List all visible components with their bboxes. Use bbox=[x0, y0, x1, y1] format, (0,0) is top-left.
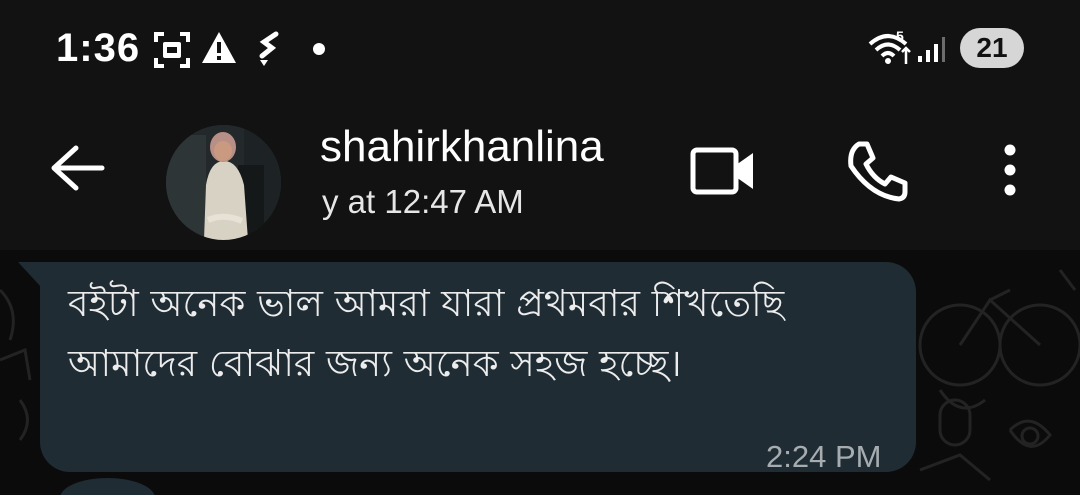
avatar-photo bbox=[166, 125, 281, 240]
battery-indicator: 21 bbox=[960, 28, 1024, 68]
chat-header: shahirkhanlina y at 12:47 AM bbox=[0, 100, 1080, 250]
contact-name[interactable]: shahirkhanlina bbox=[320, 122, 604, 172]
contact-avatar[interactable] bbox=[166, 125, 281, 240]
screenshot-icon bbox=[154, 32, 190, 68]
voice-call-icon[interactable] bbox=[845, 140, 909, 204]
alert-icon bbox=[202, 32, 236, 63]
more-options-icon[interactable] bbox=[998, 142, 1022, 202]
last-seen-status: y at 12:47 AM bbox=[322, 183, 524, 220]
message-text: বইটা অনেক ভাল আমরা যারা প্রথমবার শিখতেছি… bbox=[68, 282, 785, 385]
back-arrow-icon[interactable] bbox=[48, 143, 106, 193]
wifi-label: 5 bbox=[896, 28, 904, 44]
notification-dot bbox=[313, 43, 325, 55]
sync-icon bbox=[259, 31, 279, 66]
video-call-icon[interactable] bbox=[690, 145, 756, 197]
signal-icon bbox=[918, 37, 945, 62]
status-time: 1:36 bbox=[56, 26, 141, 70]
chat-area[interactable]: বইটা অনেক ভাল আমরা যারা প্রথমবার শিখতেছি… bbox=[0, 250, 1080, 495]
status-bar: 1:36 5 21 bbox=[0, 0, 1080, 100]
wifi-icon bbox=[868, 34, 911, 64]
message-timestamp: 2:24 PM bbox=[766, 439, 882, 474]
